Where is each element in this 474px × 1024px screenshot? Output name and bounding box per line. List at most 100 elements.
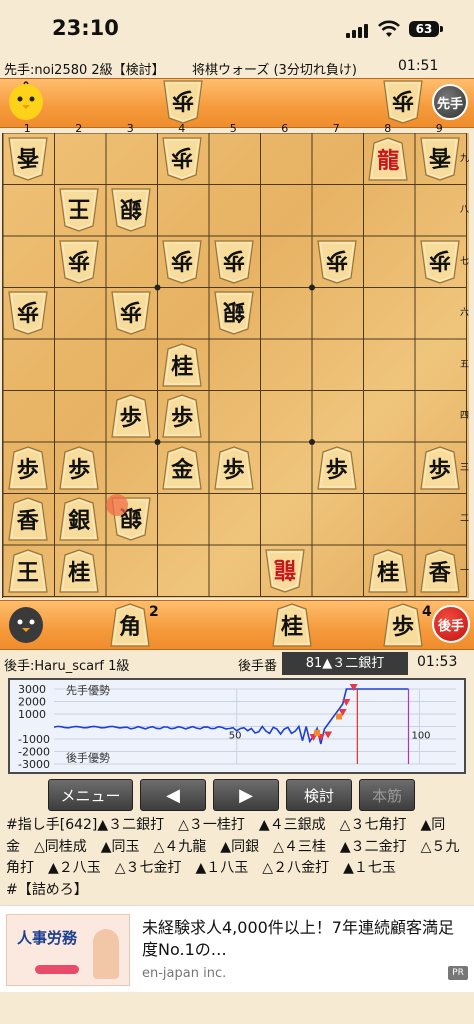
rank-label: 九: [460, 153, 470, 164]
hand-piece-count: 2: [149, 604, 159, 620]
rank-label: 五: [460, 359, 470, 370]
opponent-avatar-icon[interactable]: [6, 603, 46, 645]
wifi-icon: [378, 20, 400, 37]
game-title: 将棋ウォーズ (3分切れ負け): [192, 63, 357, 78]
chart-x-tick-label: 50: [229, 731, 242, 742]
chick-avatar-icon[interactable]: [6, 80, 46, 122]
chart-y-tick-label: 3000: [18, 683, 46, 696]
chart-x-tick-label: 100: [411, 731, 430, 742]
rank-label: 一: [460, 565, 470, 576]
chart-y-tick-label: -2000: [18, 746, 50, 759]
board-piece[interactable]: 金: [162, 446, 202, 490]
menu-button[interactable]: メニュー: [48, 779, 133, 811]
next-move-button[interactable]: ▶: [213, 779, 279, 811]
sente-clock: 01:51: [398, 58, 439, 74]
board-piece[interactable]: 歩: [162, 240, 202, 284]
gote-player-label: 後手:Haru_scarf 1級: [4, 659, 130, 674]
file-label: 4: [178, 122, 186, 135]
analyze-button[interactable]: 検討: [286, 779, 352, 811]
kifu-text: #指し手[642]▲３二銀打 △３一桂打 ▲４三銀成 △３七角打 ▲同 金 △同…: [6, 815, 464, 901]
board-piece[interactable]: 香: [8, 137, 48, 181]
ad-person-illustration: [93, 929, 119, 979]
board-piece[interactable]: 歩: [111, 291, 151, 335]
board-piece[interactable]: 王: [8, 549, 48, 593]
board-piece[interactable]: 歩: [214, 446, 254, 490]
kifu-line-1: #指し手[642]▲３二銀打 △３一桂打 ▲４三銀成 △３七角打 ▲同: [6, 817, 446, 833]
gote-clock: 01:53: [417, 654, 458, 670]
board-piece[interactable]: 銀: [111, 188, 151, 232]
rank-label: 六: [460, 308, 470, 319]
rank-label: 二: [460, 514, 470, 525]
rank-label: 七: [460, 256, 470, 267]
board-piece[interactable]: 香: [8, 497, 48, 541]
hand-piece-count: 4: [422, 604, 432, 620]
board-piece[interactable]: 龍: [368, 137, 408, 181]
chart-mistake-marker: [314, 729, 321, 736]
turn-label: 後手番: [238, 659, 278, 674]
chart-blunder-marker: [349, 684, 358, 691]
board-piece[interactable]: 香: [420, 137, 460, 181]
chart-y-tick-label: 1000: [18, 708, 46, 721]
cellular-signal-icon: [346, 24, 370, 38]
ad-advertiser: en-japan inc.: [142, 966, 227, 981]
chart-mistake-marker: [336, 713, 343, 720]
gote-badge: 後手: [432, 605, 470, 643]
hand-piece[interactable]: 桂: [272, 603, 312, 647]
board-piece[interactable]: 龍: [265, 549, 305, 593]
hand-piece[interactable]: 歩: [383, 80, 423, 124]
board-piece[interactable]: 歩: [420, 240, 460, 284]
status-bar: 23:10 63: [0, 0, 474, 56]
board-piece[interactable]: 桂: [368, 549, 408, 593]
board-piece[interactable]: 銀: [214, 291, 254, 335]
board-piece[interactable]: 歩: [317, 446, 357, 490]
battery-icon: 63: [409, 21, 439, 37]
ad-text[interactable]: 未経験求人4,000件以上！7年連続顧客満足度No.1の…: [142, 917, 468, 961]
kifu-line-3: 角打 ▲２八玉 △３七金打 ▲１八玉 △２八金打 ▲１七玉: [6, 860, 396, 876]
file-label: 3: [126, 122, 134, 135]
file-label: 2: [75, 122, 83, 135]
chart-blunder-marker: [324, 731, 333, 739]
ad-banner[interactable]: 人事労務 未経験求人4,000件以上！7年連続顧客満足度No.1の… en-ja…: [0, 905, 474, 992]
file-label: 9: [435, 122, 443, 135]
evaluation-chart[interactable]: 3000 2000 1000 -1000 -2000 -3000 50 100 先手優勢 後手優勢: [8, 678, 466, 774]
board-piece[interactable]: 王: [59, 188, 99, 232]
board-piece[interactable]: 歩: [162, 137, 202, 181]
last-move-marker: [106, 494, 128, 516]
hand-piece[interactable]: 角: [110, 603, 150, 647]
rank-label: 三: [460, 462, 470, 473]
evaluation-graph: 300020001000 -1000-2000-3000 50 100 先手優勢後手優勢: [18, 683, 456, 771]
sente-player-label: 先手:noi2580 2級【検討】: [4, 63, 165, 78]
previous-move-button[interactable]: ◀: [140, 779, 206, 811]
current-move-display[interactable]: 81▲３二銀打: [282, 652, 408, 675]
file-label: 6: [281, 122, 289, 135]
board-piece[interactable]: 桂: [59, 549, 99, 593]
rank-label: 八: [460, 205, 470, 216]
board-piece[interactable]: 銀: [59, 497, 99, 541]
board-piece[interactable]: 歩: [420, 446, 460, 490]
sente-badge: 先手: [432, 84, 468, 120]
board-piece[interactable]: 歩: [59, 446, 99, 490]
ad-image[interactable]: 人事労務: [6, 914, 130, 986]
chart-gote-advantage-label: 後手優勢: [66, 751, 110, 765]
ad-image-title: 人事労務: [17, 929, 78, 947]
file-label: 5: [229, 122, 237, 135]
hand-piece[interactable]: 歩: [383, 603, 423, 647]
board-piece[interactable]: 桂: [162, 343, 202, 387]
hand-piece[interactable]: 歩: [163, 80, 203, 124]
board-piece[interactable]: 歩: [59, 240, 99, 284]
mainline-button: 本筋: [359, 779, 415, 811]
board-piece[interactable]: 歩: [162, 394, 202, 438]
chart-y-tick-label: 2000: [18, 696, 46, 709]
board-piece[interactable]: 歩: [8, 446, 48, 490]
board-piece[interactable]: 歩: [8, 291, 48, 335]
status-time: 23:10: [52, 16, 119, 40]
ad-pr-badge: PR: [448, 966, 468, 980]
kifu-line-4: #【詰めろ】: [6, 881, 88, 898]
chart-y-tick-label: -1000: [18, 733, 50, 746]
board-piece[interactable]: 歩: [317, 240, 357, 284]
rank-label: 四: [460, 411, 470, 422]
board-piece[interactable]: 歩: [111, 394, 151, 438]
board-piece[interactable]: 香: [420, 549, 460, 593]
board-piece[interactable]: 歩: [214, 240, 254, 284]
chart-sente-advantage-label: 先手優勢: [66, 683, 110, 697]
